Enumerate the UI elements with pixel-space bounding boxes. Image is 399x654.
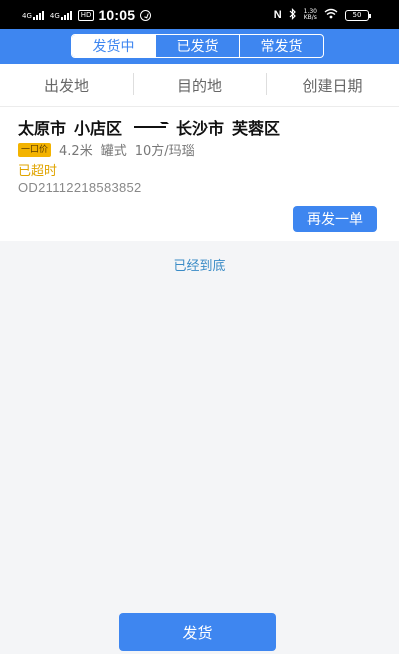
status-bar: 4G 4G HD 10:05 N 1.30 KB/s 50 [0, 0, 399, 29]
cargo-volume: 10方/玛瑙 [134, 144, 195, 159]
top-bar: 发货中 已发货 常发货 [0, 29, 399, 64]
filter-created-date[interactable]: 创建日期 [266, 72, 399, 96]
origin-district: 小店区 [74, 119, 123, 138]
battery-icon: 50 [345, 9, 371, 21]
truck-length: 4.2米 [59, 144, 93, 159]
order-status: 已超时 [18, 164, 58, 179]
alarm-icon [140, 9, 152, 21]
network-type-2: 4G [49, 12, 60, 20]
signal-icon: 4G [22, 10, 44, 20]
resend-order-button[interactable]: 再发一单 [293, 206, 377, 232]
network-speed: 1.30 KB/s [303, 8, 317, 21]
wifi-icon [324, 8, 338, 22]
truck-type: 罐式 [100, 144, 127, 159]
nfc-icon: N [273, 9, 282, 21]
filter-bar: 出发地 目的地 创建日期 [0, 64, 399, 107]
route-arrow-icon [134, 126, 167, 128]
bluetooth-icon [289, 7, 297, 23]
order-number: OD21112218583852 [18, 180, 142, 195]
shipment-status-tabs: 发货中 已发货 常发货 [71, 34, 324, 58]
price-type-badge: 一口价 [18, 142, 52, 157]
signal-icon-2: 4G [50, 10, 72, 20]
end-of-list-tip: 已经到底 [173, 259, 226, 274]
filter-destination[interactable]: 目的地 [133, 72, 266, 96]
hd-icon: HD [77, 9, 95, 21]
tab-shipped[interactable]: 已发货 [155, 35, 239, 57]
filter-origin[interactable]: 出发地 [0, 75, 133, 96]
dest-city: 长沙市 [176, 119, 225, 138]
ship-button[interactable]: 发货 [119, 613, 276, 651]
order-route: 太原市 小店区 长沙市 芙蓉区 [18, 115, 280, 139]
status-time: 10:05 [98, 7, 136, 23]
tab-frequent[interactable]: 常发货 [239, 35, 323, 57]
origin-city: 太原市 [18, 119, 67, 138]
order-card[interactable]: 太原市 小店区 长沙市 芙蓉区 一口价 4.2米 罐式 10方/玛瑙 已超时 O… [0, 107, 399, 241]
order-details: 一口价 4.2米 罐式 10方/玛瑙 [18, 140, 195, 159]
dest-district: 芙蓉区 [232, 119, 281, 138]
network-type-1: 4G [22, 12, 32, 20]
tab-shipping[interactable]: 发货中 [72, 35, 155, 57]
